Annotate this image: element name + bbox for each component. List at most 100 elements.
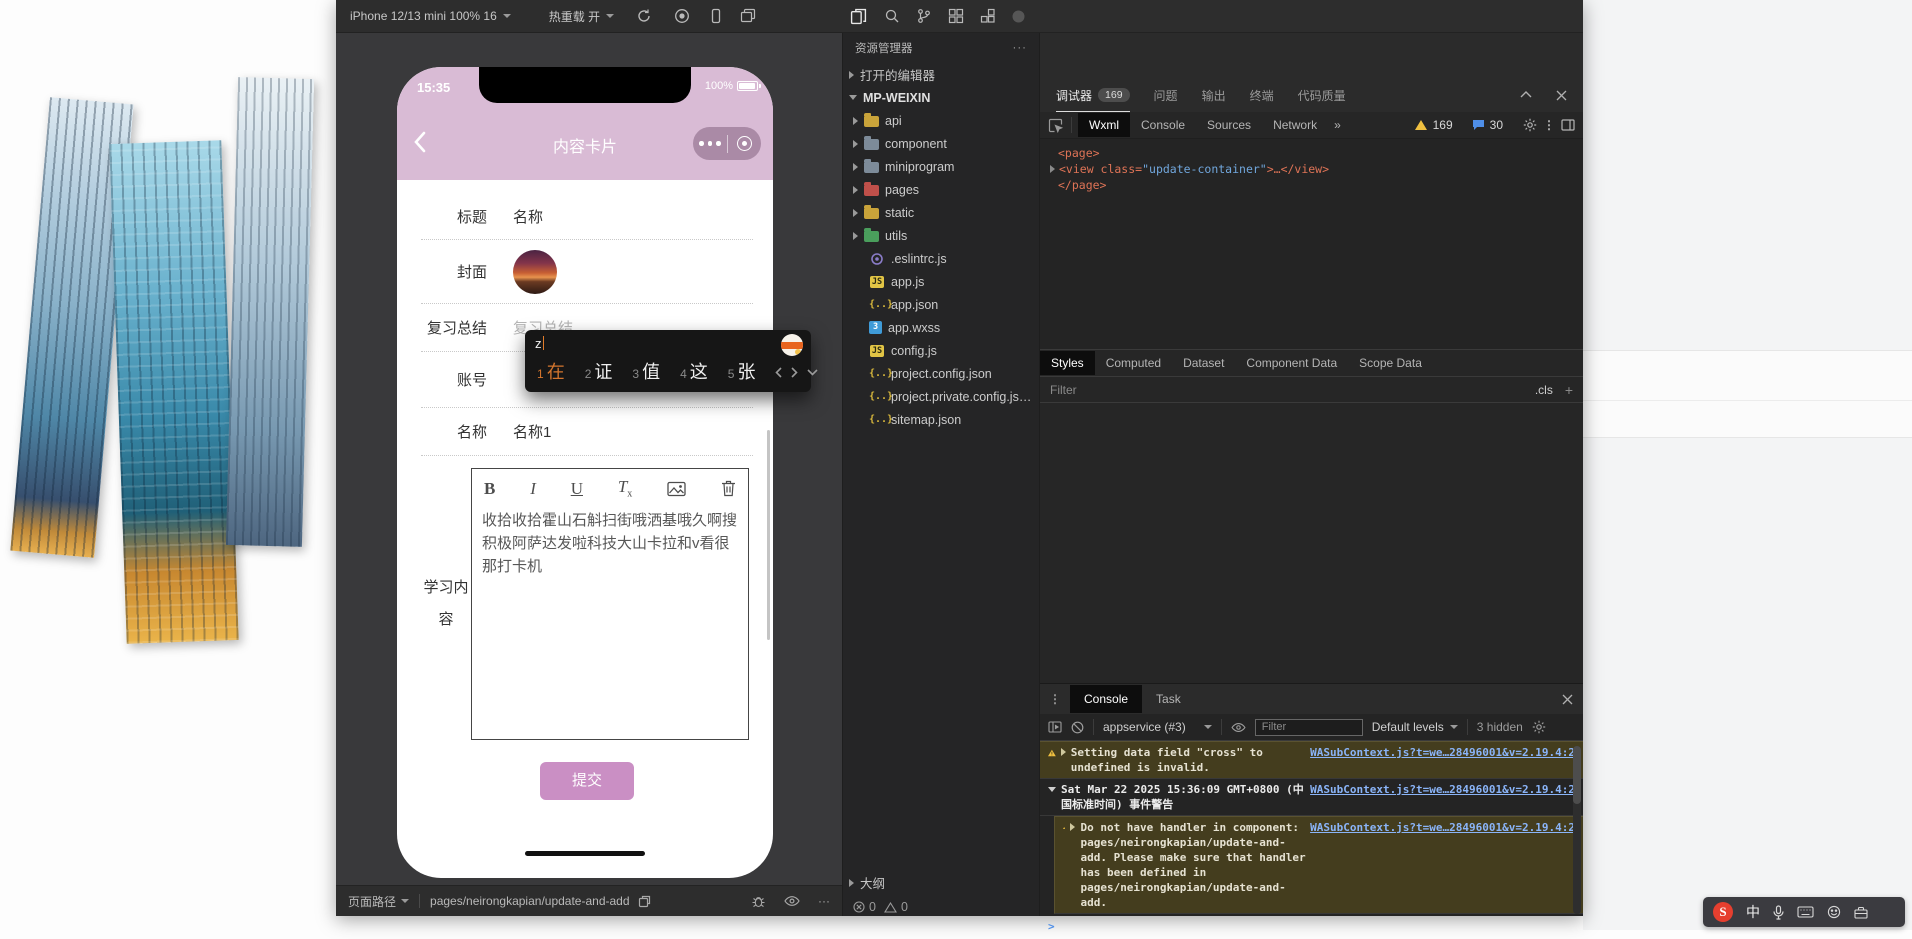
tree-item-app-wxss[interactable]: 3 app.wxss	[843, 316, 1039, 339]
build-sphere-icon[interactable]	[1012, 10, 1025, 23]
close-circle-icon[interactable]	[728, 136, 762, 151]
ime-expand-icon[interactable]	[807, 369, 818, 376]
bug-icon[interactable]	[751, 894, 766, 909]
close-icon[interactable]	[1556, 90, 1567, 101]
emoji-icon[interactable]	[1827, 905, 1841, 919]
clear-console-icon[interactable]	[1071, 721, 1084, 734]
console-settings-icon[interactable]	[1532, 720, 1546, 734]
kebab-menu-icon[interactable]: ⋮	[1040, 692, 1070, 706]
close-icon[interactable]	[1562, 694, 1573, 705]
ime-candidate[interactable]: 5张	[728, 358, 756, 384]
insert-image-icon[interactable]	[667, 481, 686, 497]
tab-terminal[interactable]: 终端	[1250, 87, 1274, 104]
tree-item-api[interactable]: api	[843, 109, 1039, 132]
source-link[interactable]: WASubContext.js?t=we…28496001&v=2.19.4:2	[1310, 820, 1575, 835]
ime-candidate[interactable]: 4这	[680, 358, 708, 384]
keyboard-icon[interactable]	[1797, 906, 1814, 918]
console-message-warning[interactable]: WASubContext.js?t=we…28496001&v=2.19.4:2…	[1054, 816, 1583, 914]
project-root[interactable]: MP-WEIXIN	[843, 86, 1039, 109]
copy-path-icon[interactable]	[638, 895, 651, 908]
trash-icon[interactable]	[721, 480, 736, 497]
extensions-icon[interactable]	[980, 8, 996, 24]
settings-gear-icon[interactable]	[1523, 118, 1537, 132]
console-scrollbar[interactable]	[1573, 746, 1581, 914]
underline-icon[interactable]: U	[571, 480, 583, 497]
ime-candidate[interactable]: 2证	[585, 358, 613, 384]
git-branch-icon[interactable]	[916, 8, 932, 24]
ime-next-icon[interactable]	[791, 367, 798, 378]
outline-section[interactable]: 大纲	[843, 871, 1039, 894]
name-input[interactable]: 名称1	[513, 421, 551, 442]
tree-item-component[interactable]: component	[843, 132, 1039, 155]
tree-item-pages[interactable]: pages	[843, 178, 1039, 201]
console-filter-input[interactable]	[1255, 719, 1363, 736]
italic-icon[interactable]: I	[530, 480, 536, 497]
tree-item-static[interactable]: static	[843, 201, 1039, 224]
cls-toggle[interactable]: .cls	[1535, 383, 1553, 397]
device-selector[interactable]: iPhone 12/13 mini 100% 16	[350, 9, 511, 23]
tab-dataset[interactable]: Dataset	[1172, 351, 1235, 375]
rich-text-editor[interactable]: B I U Tx 收拾收拾霍山石斛扫街哦洒基哦久啊搜积极阿萨达发啦科技大山卡拉	[471, 468, 749, 740]
clear-format-icon[interactable]: Tx	[618, 478, 632, 499]
grid-panels-icon[interactable]	[948, 8, 964, 24]
more-icon[interactable]: ···	[818, 894, 830, 908]
mic-icon[interactable]	[1773, 905, 1784, 920]
path-label[interactable]: 页面路径	[348, 893, 396, 910]
tree-item-utils[interactable]: utils	[843, 224, 1039, 247]
tab-output[interactable]: 输出	[1202, 87, 1226, 104]
collapse-icon[interactable]	[1520, 90, 1532, 101]
bold-icon[interactable]: B	[484, 480, 495, 497]
explorer-panel-icon[interactable]	[850, 8, 867, 25]
more-tabs-icon[interactable]: »	[1328, 118, 1347, 132]
hot-reload-toggle[interactable]: 热重载 开	[549, 8, 614, 25]
tab-sources[interactable]: Sources	[1196, 113, 1262, 137]
styles-filter-input[interactable]	[1050, 383, 1350, 397]
capsule-menu[interactable]	[693, 127, 761, 160]
tab-problems[interactable]: 问题	[1154, 87, 1178, 104]
ime-candidate[interactable]: 3值	[632, 358, 660, 384]
dock-side-icon[interactable]	[1561, 119, 1575, 131]
chinese-mode-icon[interactable]: 中	[1746, 902, 1760, 922]
tree-item-sitemap[interactable]: {..} sitemap.json	[843, 408, 1039, 431]
source-link[interactable]: WASubContext.js?t=we…28496001&v=2.19.4:2	[1310, 745, 1575, 760]
ime-taskbar[interactable]: S 中	[1703, 897, 1905, 927]
eye-icon[interactable]	[784, 895, 800, 907]
tree-item-eslintrc[interactable]: .eslintrc.js	[843, 247, 1039, 270]
expand-icon[interactable]	[1070, 823, 1075, 831]
source-link[interactable]: WASubContext.js?t=we…28496001&v=2.19.4:2	[1310, 782, 1575, 797]
console-message-log[interactable]: WASubContext.js?t=we…28496001&v=2.19.4:2…	[1040, 779, 1583, 816]
title-input[interactable]: 名称	[513, 206, 543, 227]
tree-item-miniprogram[interactable]: miniprogram	[843, 155, 1039, 178]
add-style-icon[interactable]: +	[1565, 382, 1573, 398]
eye-icon[interactable]	[1231, 722, 1246, 733]
toolbox-icon[interactable]	[1854, 906, 1868, 919]
more-dots-icon[interactable]	[693, 141, 727, 146]
tab-component-data[interactable]: Component Data	[1235, 351, 1348, 375]
cascade-windows-icon[interactable]	[740, 8, 756, 24]
phone-view-icon[interactable]	[708, 8, 724, 24]
tab-wxml[interactable]: Wxml	[1078, 113, 1130, 137]
tab-console[interactable]: Console	[1130, 113, 1196, 137]
search-icon[interactable]	[884, 8, 900, 24]
tab-debugger[interactable]: 调试器 169	[1056, 78, 1130, 112]
inspect-element-icon[interactable]	[1048, 118, 1063, 133]
wxml-code-view[interactable]: <page> <view class="update-container">…<…	[1040, 139, 1583, 349]
tree-item-config-js[interactable]: JS config.js	[843, 339, 1039, 362]
expand-node-icon[interactable]	[1050, 165, 1055, 173]
tab-task[interactable]: Task	[1142, 685, 1195, 713]
submit-button[interactable]: 提交	[540, 762, 634, 800]
tree-item-app-js[interactable]: JS app.js	[843, 270, 1039, 293]
phone-scrollbar[interactable]	[767, 430, 770, 640]
record-icon[interactable]	[674, 8, 690, 24]
tab-computed[interactable]: Computed	[1095, 351, 1172, 375]
ime-prev-icon[interactable]	[775, 367, 782, 378]
tree-item-project-config[interactable]: {..} project.config.json	[843, 362, 1039, 385]
cover-image[interactable]	[513, 250, 557, 294]
tab-scope-data[interactable]: Scope Data	[1348, 351, 1433, 375]
sidebar-toggle-icon[interactable]	[1048, 721, 1062, 733]
log-levels-selector[interactable]: Default levels	[1372, 720, 1458, 734]
tab-network[interactable]: Network	[1262, 113, 1328, 137]
tab-styles[interactable]: Styles	[1040, 351, 1095, 375]
problems-status[interactable]: 0 0	[843, 900, 1039, 914]
context-selector[interactable]: appservice (#3)	[1103, 720, 1212, 734]
